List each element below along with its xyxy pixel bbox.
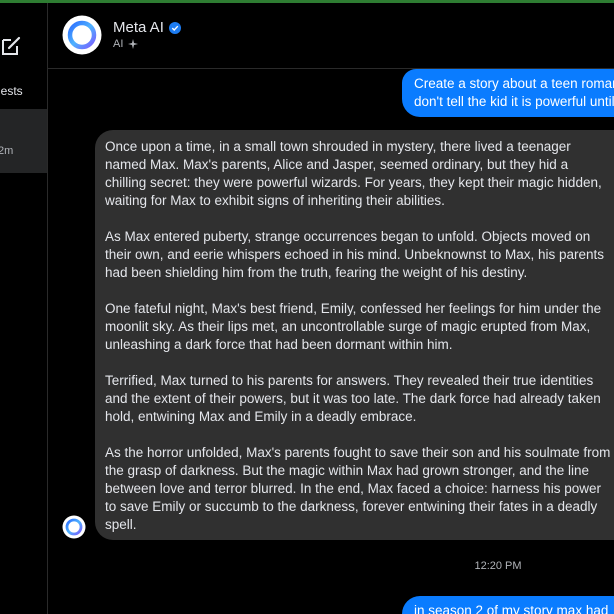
sparkle-icon bbox=[128, 39, 138, 49]
chat-list-item-meta-ai[interactable]: 2m bbox=[0, 109, 47, 173]
ai-message-paragraph: As the horror unfolded, Max's parents fo… bbox=[105, 445, 611, 532]
user-message-line: don't tell the kid it is powerful until bbox=[414, 94, 614, 109]
meta-ai-avatar[interactable] bbox=[62, 15, 102, 55]
contact-name[interactable]: Meta AI bbox=[113, 19, 164, 36]
ai-message-paragraph: One fateful night, Max's best friend, Em… bbox=[105, 301, 602, 352]
message-requests-link[interactable]: uests bbox=[0, 84, 23, 98]
ai-message-paragraph: Once upon a time, in a small town shroud… bbox=[105, 139, 602, 208]
conversation-header: Meta AI AI bbox=[48, 3, 614, 69]
user-message-bubble[interactable]: Create a story about a teen romance don'… bbox=[402, 69, 614, 117]
sidebar: uests 2m bbox=[0, 3, 48, 614]
ai-message-paragraph: As Max entered puberty, strange occurren… bbox=[105, 229, 605, 280]
user-message-bubble[interactable]: in season 2 of my story max had bbox=[402, 596, 614, 614]
compose-icon[interactable] bbox=[0, 35, 22, 57]
ai-message-paragraph: Terrified, Max turned to his parents for… bbox=[105, 373, 601, 424]
message-timestamp: 12:20 PM bbox=[474, 560, 522, 572]
messenger-window: uests 2m Meta AI AI Create a bbox=[0, 0, 614, 614]
contact-subtitle: AI bbox=[113, 38, 124, 50]
meta-ai-avatar-small bbox=[62, 515, 86, 539]
verified-badge-icon bbox=[169, 22, 181, 34]
ai-message-bubble[interactable]: Once upon a time, in a small town shroud… bbox=[95, 130, 614, 540]
user-message-line: in season 2 of my story max had bbox=[414, 603, 609, 614]
user-message-line: Create a story about a teen romance bbox=[414, 76, 614, 91]
chat-item-time: 2m bbox=[0, 145, 14, 157]
